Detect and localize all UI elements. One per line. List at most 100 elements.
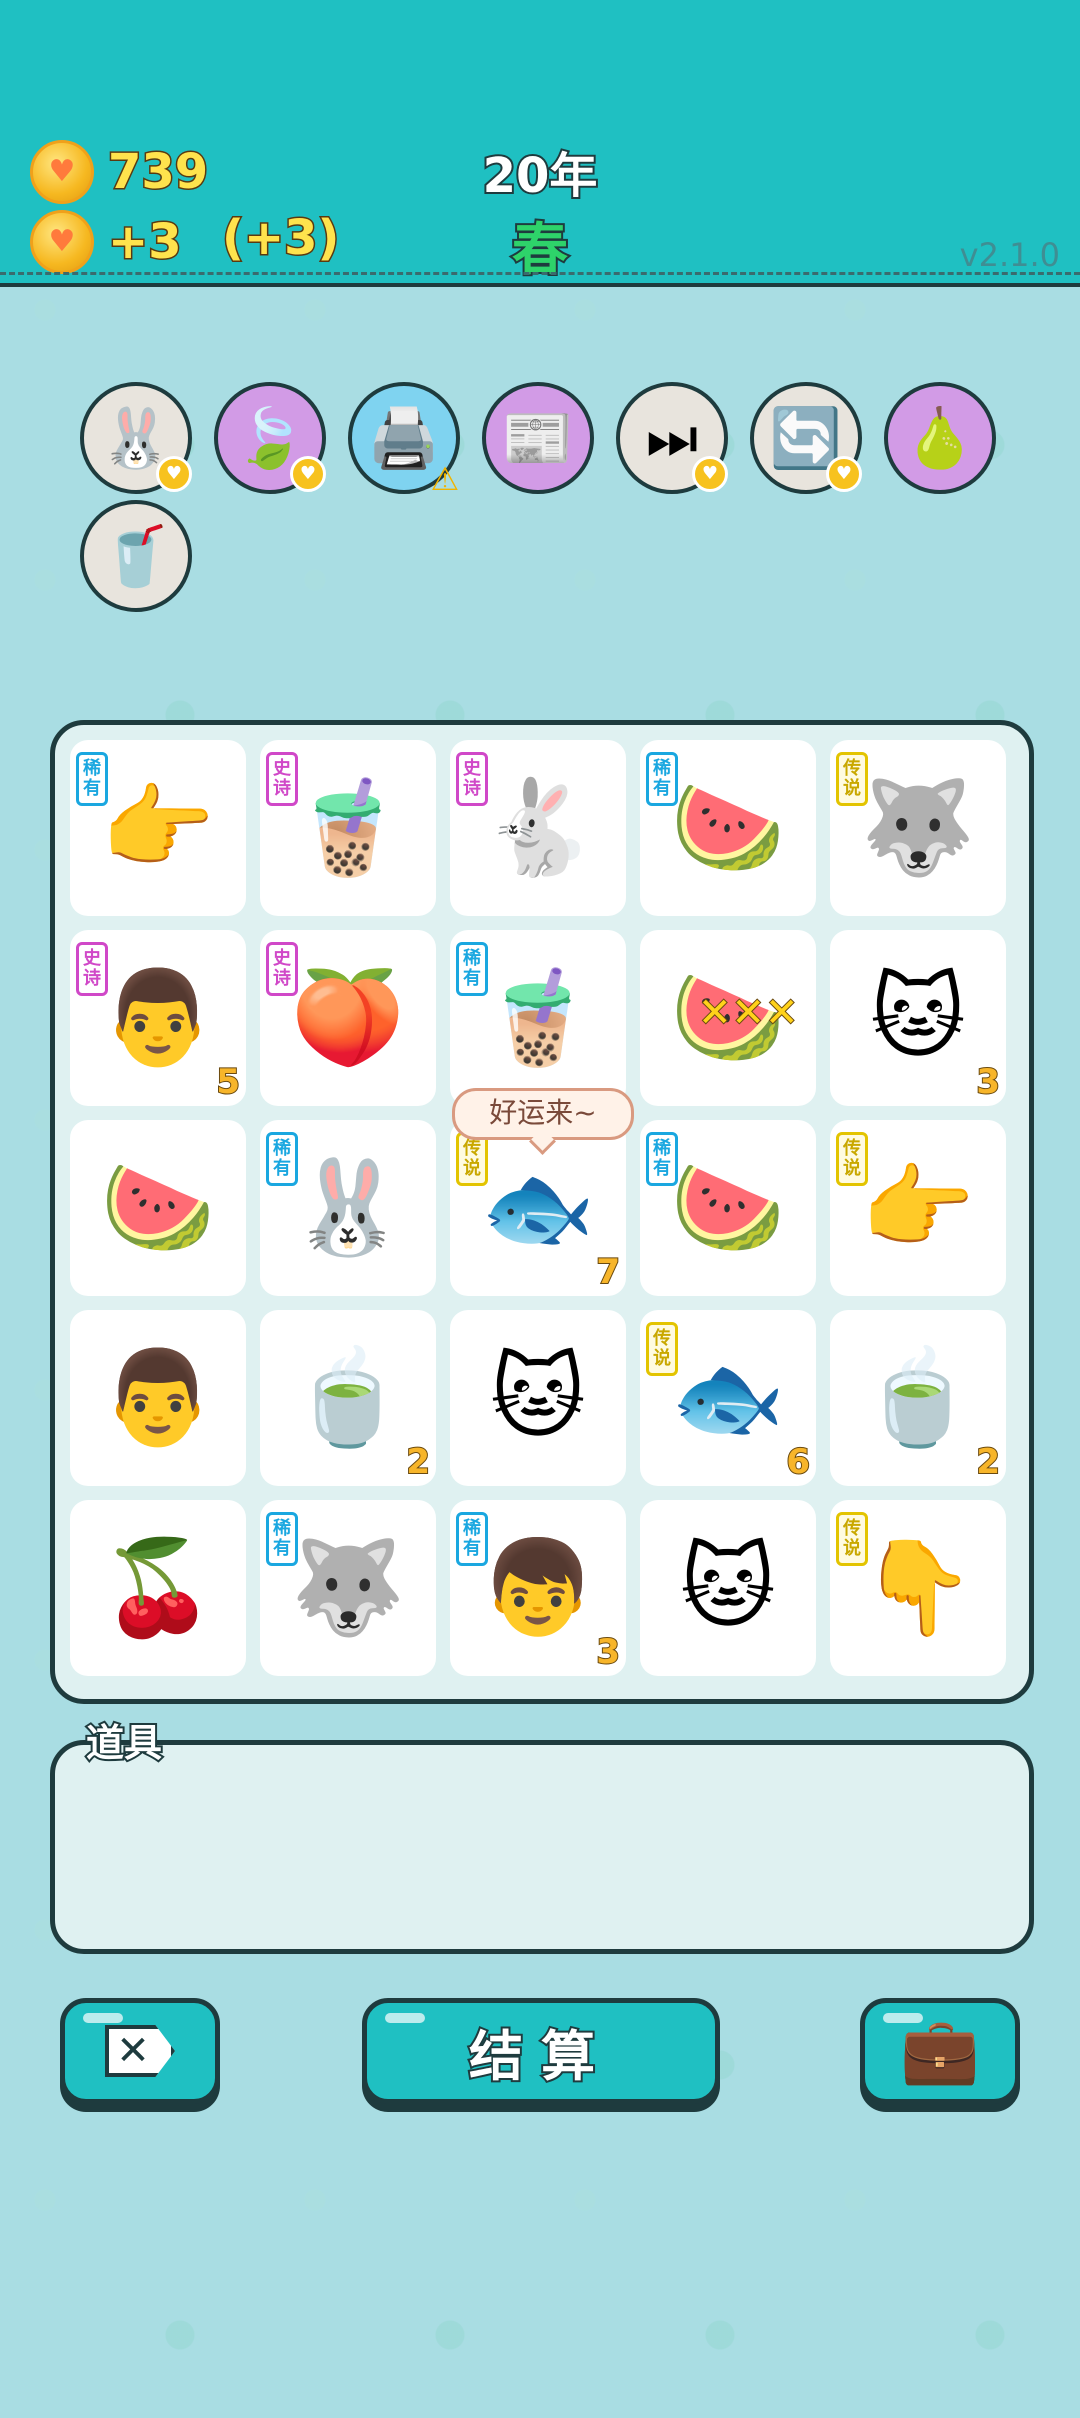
board-cell[interactable]: 🍵 2 xyxy=(830,1310,1006,1486)
symbol-count: 7 xyxy=(595,1251,621,1293)
board-cell[interactable]: 🧋 史诗 xyxy=(260,740,436,916)
heart-badge-icon: ♥ xyxy=(156,456,192,492)
income-row: ♥ +3 xyxy=(30,210,184,274)
rarity-tag: 稀有 xyxy=(266,1512,298,1566)
symbol-icon: 🐇 xyxy=(480,774,596,881)
exit-button[interactable]: ✕ xyxy=(60,1998,220,2104)
symbol-icon: 🍒 xyxy=(100,1534,216,1641)
symbol-icon: 👉 xyxy=(100,774,216,881)
rarity-tag: 稀有 xyxy=(646,752,678,806)
rarity-tag: 传说 xyxy=(836,752,868,806)
button-shine xyxy=(385,2013,425,2023)
settle-button[interactable]: 结算 xyxy=(362,1998,720,2104)
board-cell[interactable]: 🍒 xyxy=(70,1500,246,1676)
button-shine xyxy=(83,2013,123,2023)
settle-label: 结算 xyxy=(467,2023,613,2090)
heart-badge-icon: ♥ xyxy=(826,456,862,492)
time-magazine-relic[interactable]: 📰 xyxy=(482,382,594,494)
board-cell[interactable]: 🍉 ✕✕✕ xyxy=(640,930,816,1106)
board-cell[interactable]: 🐇 史诗 xyxy=(450,740,626,916)
pomelo-relic-icon: 🍐 xyxy=(903,404,977,472)
symbol-icon: 🐺 xyxy=(290,1534,406,1641)
board-cell[interactable]: 🐱 xyxy=(450,1310,626,1486)
board-cell[interactable]: 👦 稀有 3 xyxy=(450,1500,626,1676)
items-title: 道具 xyxy=(84,1719,164,1767)
board-cell[interactable]: 🐱 xyxy=(640,1500,816,1676)
refresh-relic[interactable]: 🔄 ♥ xyxy=(750,382,862,494)
rarity-tag: 稀有 xyxy=(76,752,108,806)
top-hud: ♥ 739 ♥ +3 (+3) 20年 春 v2.1.0 xyxy=(0,0,1080,287)
year-label: 20年 xyxy=(481,146,600,206)
symbol-count: 5 xyxy=(215,1061,241,1103)
heart-badge-icon: ♥ xyxy=(290,456,326,492)
skip-relic-icon: ⏭ xyxy=(645,404,699,472)
board-cell[interactable]: 👉 传说 xyxy=(830,1120,1006,1296)
rarity-tag: 史诗 xyxy=(266,942,298,996)
time-magazine-relic-icon: 📰 xyxy=(501,404,575,472)
pomelo-relic[interactable]: 🍐 xyxy=(884,382,996,494)
symbol-icon: 🍉 xyxy=(100,1154,216,1261)
board-cell[interactable]: 🧋 稀有 xyxy=(450,930,626,1106)
rarity-tag: 传说 xyxy=(456,1132,488,1186)
rarity-tag: 稀有 xyxy=(646,1132,678,1186)
rarity-tag: 史诗 xyxy=(266,752,298,806)
season-label: 春 xyxy=(510,216,570,285)
cup-relic[interactable]: 🥤 xyxy=(80,500,192,612)
rabbit-relic-icon: 🐰 xyxy=(99,404,173,472)
rabbit-relic[interactable]: 🐰 ♥ xyxy=(80,382,192,494)
symbol-icon: 🧋 xyxy=(480,964,596,1071)
symbol-count: 3 xyxy=(595,1631,621,1673)
symbol-count: 2 xyxy=(975,1441,1001,1483)
board-cell[interactable]: 🐺 传说 xyxy=(830,740,1006,916)
warning-badge-icon: ⚠ xyxy=(430,460,460,498)
skip-relic[interactable]: ⏭ ♥ xyxy=(616,382,728,494)
symbol-icon: 👇 xyxy=(860,1534,976,1641)
symbol-icon: 🧋 xyxy=(290,774,406,881)
bag-button[interactable]: 💼 xyxy=(860,1998,1020,2104)
symbol-icon: 🍉 xyxy=(670,1154,786,1261)
board-cell[interactable]: 👉 稀有 xyxy=(70,740,246,916)
coin-icon: ♥ xyxy=(30,210,94,274)
board-cell[interactable]: 🍵 2 xyxy=(260,1310,436,1486)
board-cell[interactable]: 👨 史诗 5 xyxy=(70,930,246,1106)
board-cell[interactable]: 👇 传说 xyxy=(830,1500,1006,1676)
income-value: +3 xyxy=(107,213,184,272)
rarity-tag: 史诗 xyxy=(76,942,108,996)
board-cell[interactable]: 🐰 稀有 xyxy=(260,1120,436,1296)
heart-badge-icon: ♥ xyxy=(692,456,728,492)
leaf-relic[interactable]: 🍃 ♥ xyxy=(214,382,326,494)
symbol-icon: 🐱 xyxy=(870,964,966,1071)
rarity-tag: 传说 xyxy=(646,1322,678,1376)
rarity-tag: 传说 xyxy=(836,1132,868,1186)
symbol-icon: 🍑 xyxy=(290,964,406,1071)
printer-relic[interactable]: 🖨️ ⚠ xyxy=(348,382,460,498)
board-cell[interactable]: 🍉 xyxy=(70,1120,246,1296)
symbol-icon: 🐱 xyxy=(490,1344,586,1451)
board-cell[interactable]: 👨 xyxy=(70,1310,246,1486)
board-cell[interactable]: 🍉 稀有 xyxy=(640,740,816,916)
symbol-icon: 👨 xyxy=(100,1344,216,1451)
board-cell[interactable]: 🐺 稀有 xyxy=(260,1500,436,1676)
leaf-relic-icon: 🍃 xyxy=(233,404,307,472)
symbol-icon: 🐰 xyxy=(290,1154,406,1261)
cross-marks-icon: ✕✕✕ xyxy=(697,989,800,1037)
symbol-icon: 🐟 xyxy=(670,1344,786,1451)
symbol-icon: 👦 xyxy=(480,1534,596,1641)
symbol-icon: 🍵 xyxy=(860,1344,976,1451)
board-cell[interactable]: 🐱 3 xyxy=(830,930,1006,1106)
board-cell[interactable]: 🍉 稀有 xyxy=(640,1120,816,1296)
board-cell[interactable]: 🍑 史诗 xyxy=(260,930,436,1106)
coins-row: ♥ 739 xyxy=(30,140,210,204)
version-label: v2.1.0 xyxy=(959,236,1060,274)
button-shine xyxy=(883,2013,923,2023)
briefcase-icon: 💼 xyxy=(900,2014,980,2088)
rarity-tag: 传说 xyxy=(836,1512,868,1566)
exit-icon: ✕ xyxy=(105,2025,175,2077)
symbol-icon: 🍵 xyxy=(290,1344,406,1451)
symbol-icon: 🐟 xyxy=(480,1154,596,1261)
rarity-tag: 稀有 xyxy=(266,1132,298,1186)
speech-bubble: 好运来~ xyxy=(452,1088,634,1140)
symbol-icon: 👨 xyxy=(100,964,216,1071)
board-cell[interactable]: 🐟 传说 6 xyxy=(640,1310,816,1486)
symbol-icon: 🐺 xyxy=(860,774,976,881)
